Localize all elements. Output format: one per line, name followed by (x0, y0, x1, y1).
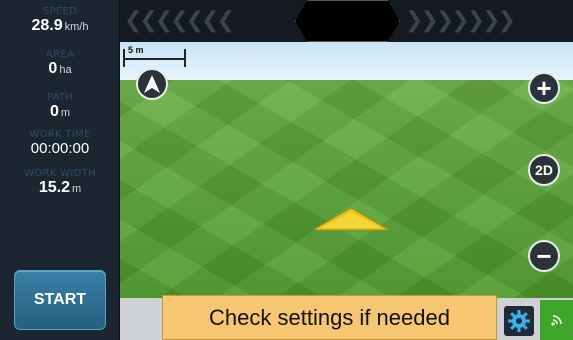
scale-bar: 5 m (123, 45, 189, 67)
path-unit: m (60, 107, 71, 119)
navigation-arrow-icon (144, 75, 160, 93)
path-value: 0m (0, 103, 120, 122)
work-time-value: 00:00:00 (30, 140, 90, 157)
view-mode-2d-button[interactable]: 2D (528, 154, 560, 186)
map-view[interactable]: 5 m + 2D − (120, 42, 573, 298)
speed-label: SPEED (42, 6, 78, 17)
left-chevrons-indicator: ❮❮❮❮❮❮❮ (124, 8, 235, 33)
speed-unit: km/h (64, 21, 89, 33)
compass-button[interactable] (136, 68, 168, 100)
speed-value: 28.9 km/h (0, 17, 120, 36)
path-stat: PATH 0m (0, 92, 120, 122)
field-ground (120, 80, 573, 298)
work-width-value: 15.2 m (0, 179, 120, 198)
work-width-unit: m (71, 183, 82, 195)
status-message: Check settings if needed (162, 295, 497, 340)
work-time-label: WORK TIME (29, 129, 91, 140)
area-number: 0 (48, 60, 58, 77)
path-number: 0 (49, 103, 59, 120)
speed-number: 28.9 (31, 17, 63, 34)
signal-icon (550, 315, 562, 326)
deviation-display (295, 0, 400, 42)
gear-icon (508, 310, 530, 332)
zoom-in-button[interactable]: + (528, 72, 560, 104)
work-time-stat: WORK TIME 00:00:00 (0, 129, 120, 158)
scale-tick-right (184, 49, 186, 67)
guidance-bar: ❮❮❮❮❮❮❮ ❯❯❯❯❯❯❯ (120, 0, 573, 42)
work-width-number: 15.2 (38, 179, 70, 196)
zoom-out-button[interactable]: − (528, 240, 560, 272)
area-stat: AREA 0 ha (0, 49, 120, 79)
area-unit: ha (59, 64, 72, 76)
area-value: 0 ha (0, 60, 120, 79)
start-button[interactable]: START (14, 270, 106, 330)
path-label: PATH (46, 92, 74, 103)
stats-panel: SPEED 28.9 km/h AREA 0 ha PATH 0m WORK TIM… (0, 0, 120, 340)
vehicle-marker-icon (313, 208, 389, 231)
scale-line (123, 58, 186, 60)
work-width-label: WORK WIDTH (24, 168, 96, 179)
speed-stat: SPEED 28.9 km/h (0, 6, 120, 36)
area-label: AREA (45, 49, 75, 60)
signal-button[interactable] (540, 300, 573, 340)
right-chevrons-indicator: ❯❯❯❯❯❯❯ (405, 8, 516, 33)
scale-label: 5 m (128, 45, 144, 55)
settings-button[interactable] (504, 306, 534, 336)
work-width-stat: WORK WIDTH 15.2 m (0, 168, 120, 198)
